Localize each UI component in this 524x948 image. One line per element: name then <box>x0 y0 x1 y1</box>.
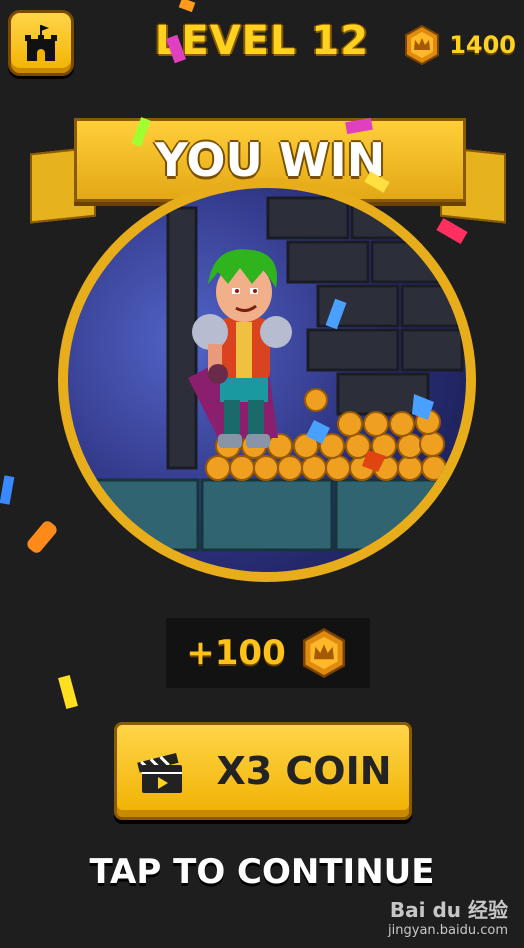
clapperboard-icon <box>137 753 183 793</box>
hero-portrait <box>58 178 476 582</box>
crown-coin-icon <box>302 628 345 678</box>
confetti-piece <box>178 0 196 13</box>
x3-coin-label: X3 COIN <box>216 749 392 793</box>
hero-scene <box>68 196 466 552</box>
watermark: Bai du 经验 jingyan.baidu.com <box>388 894 508 938</box>
watermark-logo: Bai du 经验 <box>389 898 508 922</box>
coin-count: 1400 <box>449 31 516 59</box>
watermark-url: jingyan.baidu.com <box>388 923 508 938</box>
confetti-piece <box>24 518 60 556</box>
hero-character <box>188 249 292 448</box>
reward-box: +100 <box>166 618 370 688</box>
confetti-piece <box>436 217 468 245</box>
crown-coin-icon <box>405 24 440 66</box>
confetti-piece <box>58 674 78 710</box>
tap-to-continue[interactable]: TAP TO CONTINUE <box>0 852 524 892</box>
confetti-piece <box>0 475 15 505</box>
x3-coin-button[interactable]: X3 COIN <box>114 722 412 820</box>
reward-amount: +100 <box>186 633 286 673</box>
coin-balance: 1400 <box>401 24 516 66</box>
